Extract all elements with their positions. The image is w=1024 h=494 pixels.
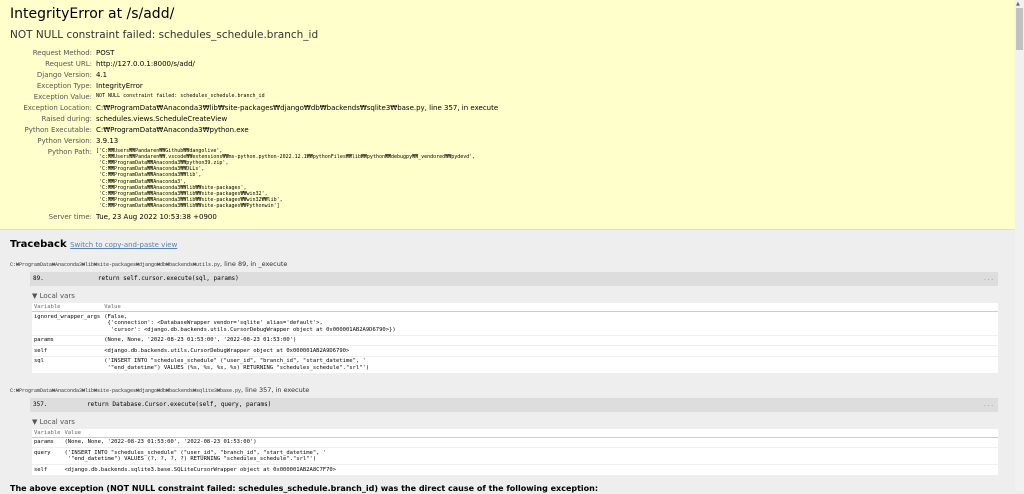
meta-row: Request Method: POST <box>10 47 498 58</box>
context-line[interactable]: 89. return self.cursor.execute(sql, para… <box>30 272 998 286</box>
meta-label: Request Method: <box>32 48 92 57</box>
meta-value: C:₩ProgramData₩Anaconda3₩python.exe <box>96 125 249 134</box>
chained-exception-text: The above exception (NOT NULL constraint… <box>10 484 599 493</box>
local-vars-toggle[interactable]: ▼ Local vars <box>32 418 1005 426</box>
request-meta-table: Request Method: POST Request URL: http://12… <box>10 47 498 222</box>
error-summary: IntegrityError at /s/add/ NOT NULL const… <box>0 0 1015 230</box>
meta-label: Exception Type: <box>36 81 92 90</box>
var-value: (False, {'connection': <DatabaseWrapper … <box>102 311 998 336</box>
scrollbar[interactable]: ▲ <box>1015 0 1024 491</box>
meta-label: Raised during: <box>41 114 92 123</box>
page-title: IntegrityError at /s/add/ <box>10 6 175 22</box>
col-value: Value <box>62 428 998 438</box>
meta-value: http://127.0.0.1:8000/s/add/ <box>96 59 195 68</box>
frame-file: C:₩ProgramData₩Anaconda3₩lib₩site-packag… <box>10 260 1005 268</box>
meta-value: 4.1 <box>96 70 108 79</box>
var-name: query <box>32 447 63 465</box>
meta-row: Python Version: 3.9.13 <box>10 135 498 146</box>
frame-file-path: C:₩ProgramData₩Anaconda3₩lib₩site-packag… <box>10 262 221 268</box>
line-number: 357. <box>33 400 48 408</box>
var-name: self <box>32 345 103 357</box>
local-vars-table: Variable Value ignored_wrapper_args (False,… <box>32 303 998 374</box>
meta-label: Django Version: <box>36 70 92 79</box>
meta-row: Exception Type: IntegrityError <box>10 80 498 91</box>
meta-value: ['C:₩₩Users₩₩Pandaren₩₩Github₩₩dangolive… <box>96 147 476 210</box>
var-row: sql ('INSERT INTO "schedules_schedule" ("… <box>32 356 998 374</box>
var-name: self <box>32 464 63 476</box>
meta-value: NOT NULL constraint failed: schedules_sc… <box>96 93 265 100</box>
switch-view-link[interactable]: Switch to copy-and-paste view <box>70 241 177 249</box>
meta-label: Python Version: <box>37 136 92 145</box>
exception-message: NOT NULL constraint failed: schedules_sc… <box>10 29 319 41</box>
var-row: params (None, None, '2022-08-23 01:53:00'… <box>32 335 998 346</box>
col-value: Value <box>102 303 998 312</box>
meta-row: Django Version: 4.1 <box>10 69 498 80</box>
frame-location: , line 357, in execute <box>241 385 310 394</box>
col-variable: Variable <box>32 303 103 312</box>
meta-row: Python Path: ['C:₩₩Users₩₩Pandaren₩₩Githu… <box>10 146 498 211</box>
expand-context-button[interactable]: ... <box>983 275 994 282</box>
var-value: (None, None, '2022-08-23 01:53:00', '202… <box>62 437 998 448</box>
traceback-frame: C:₩ProgramData₩Anaconda3₩lib₩site-packag… <box>10 260 1005 374</box>
var-row: query ('INSERT INTO "schedules_schedule" … <box>32 447 998 465</box>
var-row: self <django.db.backends.sqlite3.base.SQL… <box>32 464 998 476</box>
traceback-section: Traceback Switch to copy-and-paste view … <box>0 231 1015 494</box>
local-vars-toggle[interactable]: ▼ Local vars <box>32 292 1005 300</box>
meta-label: Server time: <box>48 212 92 221</box>
meta-row: Server time: Tue, 23 Aug 2022 10:53:38 +0… <box>10 211 498 222</box>
frame-location: , line 89, in _execute <box>220 260 288 268</box>
meta-value: Tue, 23 Aug 2022 10:53:38 +0900 <box>96 212 217 221</box>
meta-value: POST <box>96 48 115 57</box>
meta-label: Exception Location: <box>23 103 92 112</box>
col-variable: Variable <box>32 428 63 438</box>
var-row: self <django.db.backends.utils.CursorDebu… <box>32 345 998 357</box>
var-name: params <box>32 437 63 448</box>
var-row: ignored_wrapper_args (False, {'connection… <box>32 311 998 336</box>
meta-label: Python Path: <box>47 147 92 156</box>
meta-value: 3.9.13 <box>96 136 119 145</box>
traceback-heading: Traceback Switch to copy-and-paste view <box>10 239 178 250</box>
meta-row: Request URL: http://127.0.0.1:8000/s/add/ <box>10 58 498 69</box>
var-name: params <box>32 335 103 346</box>
meta-row: Exception Location: C:₩ProgramData₩Anacon… <box>10 102 498 113</box>
meta-label: Request URL: <box>45 59 92 68</box>
local-vars-table: Variable Value params (None, None, '2022-08… <box>32 428 998 476</box>
scrollbar-thumb[interactable] <box>1016 8 1023 50</box>
var-value: <django.db.backends.utils.CursorDebugWra… <box>102 345 998 357</box>
var-value: (None, None, '2022-08-23 01:53:00', '202… <box>102 335 998 346</box>
traceback-frame: C:₩ProgramData₩Anaconda3₩lib₩site-packag… <box>10 386 1005 476</box>
var-name: sql <box>32 356 103 374</box>
meta-label: Exception Value: <box>33 92 92 101</box>
scroll-up-icon[interactable]: ▲ <box>1016 1 1020 7</box>
code-text: return self.cursor.execute(sql, params) <box>69 275 239 282</box>
meta-row: Exception Value: NOT NULL constraint fail… <box>10 91 498 102</box>
var-name: ignored_wrapper_args <box>32 311 103 336</box>
var-value: ('INSERT INTO "schedules_schedule" ("use… <box>62 447 998 465</box>
meta-row: Raised during: schedules.views.ScheduleCr… <box>10 113 498 124</box>
code-text: return Database.Cursor.execute(self, que… <box>69 400 272 408</box>
expand-context-button[interactable]: ... <box>983 401 994 408</box>
meta-value: schedules.views.ScheduleCreateView <box>96 114 228 123</box>
context-line[interactable]: 357. return Database.Cursor.execute(self… <box>30 397 998 412</box>
line-number: 89. <box>33 275 44 282</box>
var-row: params (None, None, '2022-08-23 01:53:00'… <box>32 437 998 448</box>
meta-row: Python Executable: C:₩ProgramData₩Anacond… <box>10 124 498 135</box>
meta-value: C:₩ProgramData₩Anaconda3₩lib₩site-packag… <box>96 103 499 112</box>
frame-file-path: C:₩ProgramData₩Anaconda3₩lib₩site-packag… <box>10 387 242 394</box>
var-value: <django.db.backends.sqlite3.base.SQLiteC… <box>62 464 998 476</box>
meta-value: IntegrityError <box>96 81 143 90</box>
var-value: ('INSERT INTO "schedules_schedule" ("use… <box>102 356 998 374</box>
meta-label: Python Executable: <box>24 125 92 134</box>
frame-file: C:₩ProgramData₩Anaconda3₩lib₩site-packag… <box>10 386 1005 394</box>
